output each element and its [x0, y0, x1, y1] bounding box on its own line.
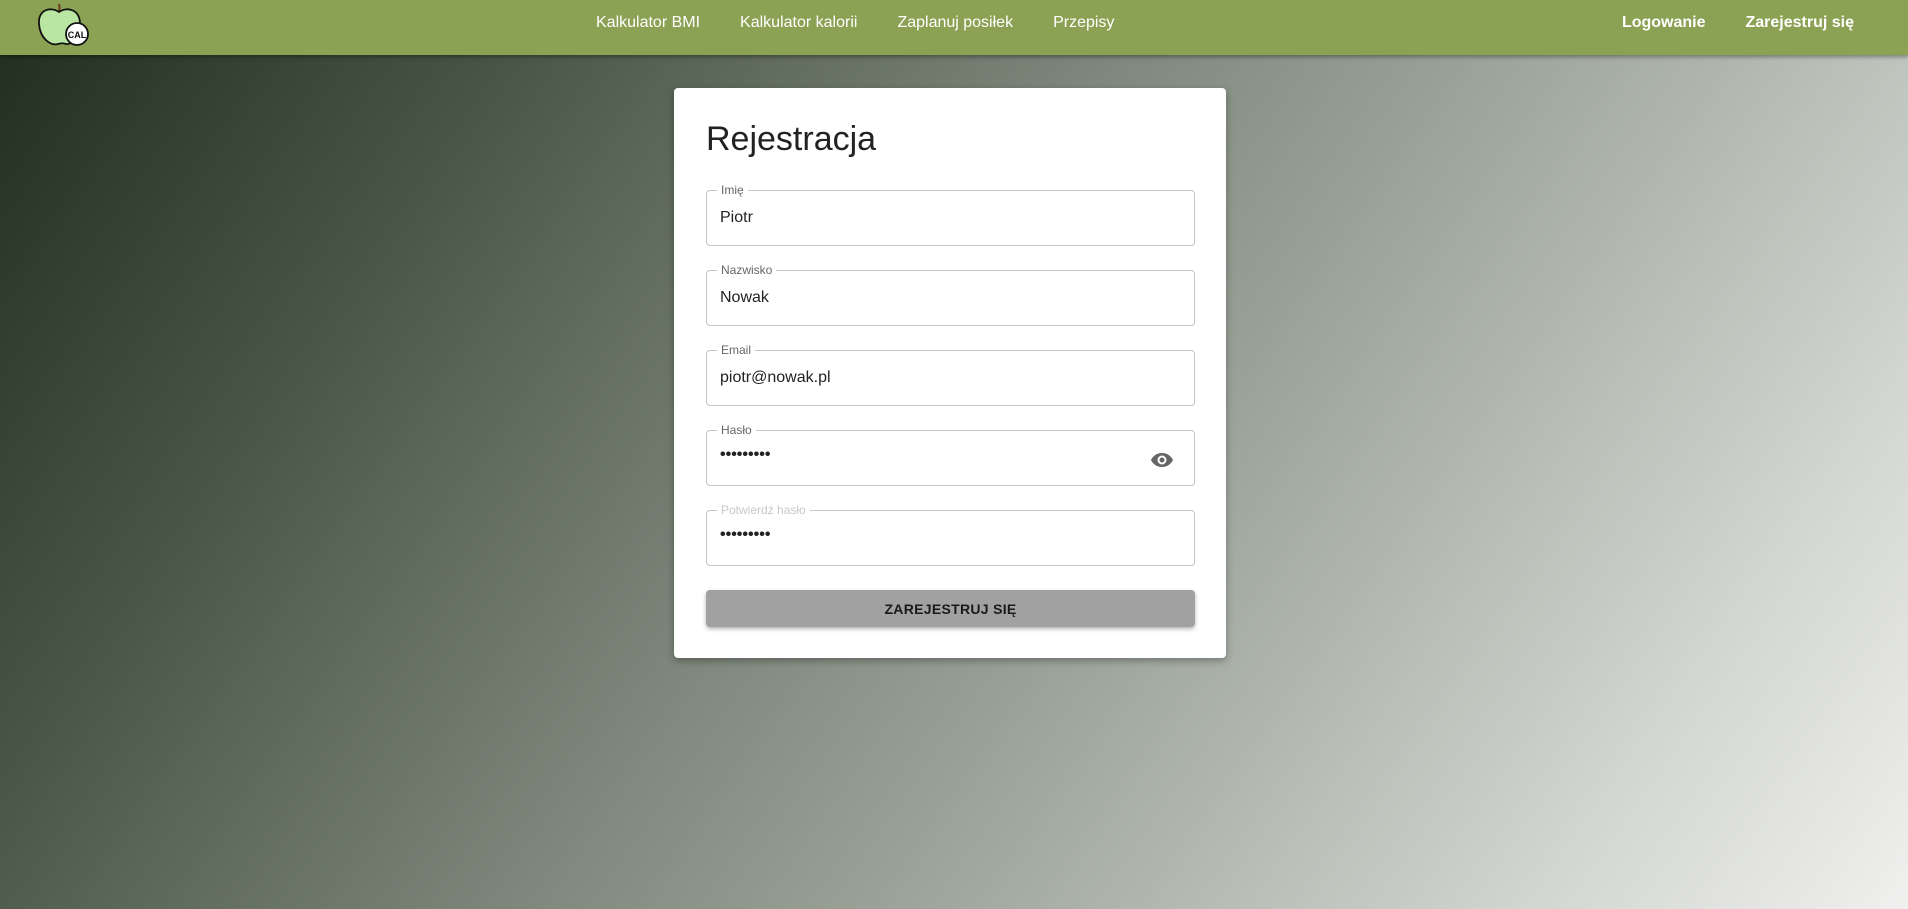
- nav-link-calorie-calculator[interactable]: Kalkulator kalorii: [740, 14, 857, 32]
- main-nav: Kalkulator BMI Kalkulator kalorii Zaplan…: [596, 0, 1154, 46]
- nav-link-plan-meal[interactable]: Zaplanuj posiłek: [897, 14, 1013, 32]
- last-name-field[interactable]: Nazwisko Nowak: [706, 263, 1195, 326]
- registration-card: Rejestracja Imię Piotr Nazwisko Nowak Em…: [674, 88, 1226, 658]
- password-label: Hasło: [717, 423, 756, 437]
- first-name-field[interactable]: Imię Piotr: [706, 183, 1195, 246]
- password-value: •••••••••: [720, 446, 771, 463]
- eye-icon[interactable]: [1150, 448, 1174, 472]
- nav-link-bmi-calculator[interactable]: Kalkulator BMI: [596, 14, 700, 32]
- email-label: Email: [717, 343, 756, 357]
- login-link[interactable]: Logowanie: [1622, 14, 1706, 32]
- register-submit-button[interactable]: ZAREJESTRUJ SIĘ: [706, 590, 1195, 627]
- navbar: CAL Kalkulator BMI Kalkulator kalorii Za…: [0, 0, 1908, 55]
- confirm-password-field[interactable]: Potwierdź hasło •••••••••: [706, 503, 1195, 566]
- confirm-password-value: •••••••••: [720, 526, 771, 543]
- last-name-label: Nazwisko: [717, 263, 777, 277]
- nav-link-recipes[interactable]: Przepisy: [1053, 14, 1114, 32]
- email-value: piotr@nowak.pl: [720, 369, 831, 386]
- first-name-label: Imię: [717, 183, 748, 197]
- auth-nav: Logowanie Zarejestruj się: [1582, 0, 1854, 46]
- svg-text:CAL: CAL: [68, 30, 87, 40]
- page-title: Rejestracja: [706, 120, 877, 158]
- register-link[interactable]: Zarejestruj się: [1746, 14, 1855, 32]
- email-field[interactable]: Email piotr@nowak.pl: [706, 343, 1195, 406]
- first-name-value: Piotr: [720, 209, 753, 226]
- password-field[interactable]: Hasło •••••••••: [706, 423, 1195, 486]
- confirm-password-label: Potwierdź hasło: [717, 503, 810, 517]
- logo[interactable]: CAL: [36, 0, 90, 48]
- last-name-value: Nowak: [720, 289, 769, 306]
- apple-logo-icon: CAL: [38, 3, 89, 46]
